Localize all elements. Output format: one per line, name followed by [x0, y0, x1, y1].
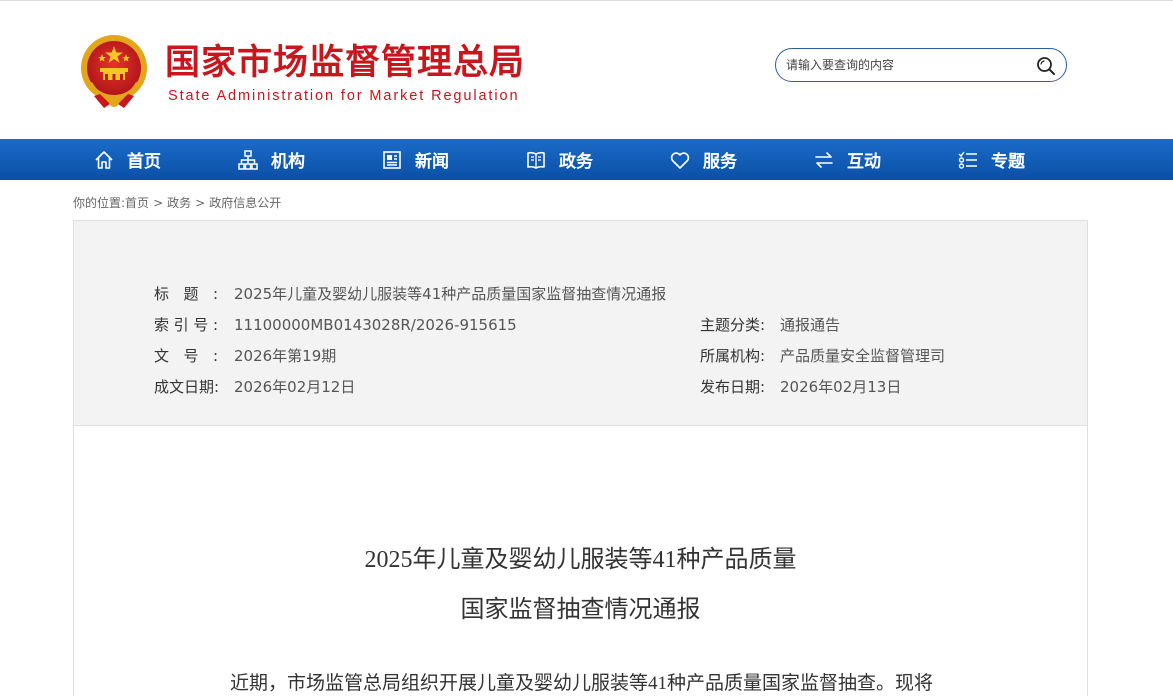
nav-label-home: 首页 [127, 152, 161, 172]
breadcrumb-separator: > [153, 196, 164, 210]
info-row-published-date: 发布日期: 2026年02月13日 [700, 377, 901, 397]
info-value-created-date: 2026年02月12日 [234, 378, 356, 396]
article-title-line-2: 国家监督抽查情况通报 [460, 597, 701, 623]
info-label-category: 主题分类: [700, 316, 766, 334]
book-icon [527, 151, 545, 169]
nav-label-government-affairs: 政务 [559, 152, 593, 172]
breadcrumb-home[interactable]: 首页 [125, 196, 149, 210]
site-header: 国家市场监督管理总局 State Administration for Mark… [0, 0, 1173, 139]
info-label-organization: 所属机构: [700, 347, 766, 365]
info-value-organization: 产品质量安全监督管理司 [780, 347, 946, 365]
search-box [775, 48, 1067, 82]
main-nav: 首页 机构 新闻 政务 服务 互动 专题 [0, 139, 1173, 180]
swap-arrows-icon [815, 151, 833, 168]
breadcrumb: 你的位置:首页 > 政务 > 政府信息公开 [73, 194, 281, 211]
info-row-category: 主题分类: 通报通告 [700, 315, 840, 335]
info-value-doc-number: 2026年第19期 [234, 347, 337, 365]
info-row-created-date: 成文日期: 2026年02月12日 [154, 377, 355, 397]
national-emblem-logo[interactable] [78, 32, 150, 110]
nav-label-topics: 专题 [991, 152, 1025, 172]
info-row-title: 标题: 2025年儿童及婴幼儿服装等41种产品质量国家监督抽查情况通报 [154, 284, 666, 304]
org-chart-icon [238, 149, 258, 170]
breadcrumb-separator: > [195, 196, 206, 210]
nav-item-news[interactable]: 新闻 [381, 139, 449, 180]
info-label-created-date: 成文日期: [154, 378, 220, 396]
article-title-line-1: 2025年儿童及婴幼儿服装等41种产品质量 [364, 547, 797, 573]
info-value-category: 通报通告 [780, 316, 841, 334]
breadcrumb-government-affairs[interactable]: 政务 [167, 196, 191, 210]
nav-item-organization[interactable]: 机构 [237, 139, 305, 180]
article-content: 2025年儿童及婴幼儿服装等41种产品质量 国家监督抽查情况通报 近期，市场监管… [73, 425, 1088, 696]
article-body-paragraph: 近期，市场监管总局组织开展儿童及婴幼儿服装等41种产品质量国家监督抽查。现将 [230, 673, 934, 694]
search-input[interactable] [786, 55, 1026, 75]
nav-item-services[interactable]: 服务 [669, 139, 737, 180]
nav-item-topics[interactable]: 专题 [957, 139, 1025, 180]
nav-label-organization: 机构 [271, 152, 305, 172]
site-title-english: State Administration for Market Regulati… [168, 88, 520, 104]
info-label-published-date: 发布日期: [700, 378, 766, 396]
nav-label-interaction: 互动 [847, 152, 881, 172]
info-value-title: 2025年儿童及婴幼儿服装等41种产品质量国家监督抽查情况通报 [234, 285, 667, 303]
info-label-doc-number: 文号: [154, 347, 218, 365]
search-icon[interactable] [1036, 56, 1056, 76]
home-icon [95, 150, 113, 169]
site-title[interactable]: 国家市场监督管理总局 [165, 41, 525, 85]
breadcrumb-public-info[interactable]: 政府信息公开 [209, 196, 281, 210]
info-value-published-date: 2026年02月13日 [780, 378, 902, 396]
info-row-organization: 所属机构: 产品质量安全监督管理司 [700, 346, 945, 366]
info-label-title: 标题: [154, 285, 218, 303]
info-row-index: 索引号: 11100000MB0143028R/2026-915615 [154, 315, 517, 335]
info-row-doc-number: 文号: 2026年第19期 [154, 346, 336, 366]
nav-label-news: 新闻 [415, 152, 449, 172]
news-icon [383, 150, 401, 169]
info-value-index: 11100000MB0143028R/2026-915615 [234, 316, 517, 334]
nav-item-government-affairs[interactable]: 政务 [525, 139, 593, 180]
nav-label-services: 服务 [703, 152, 737, 172]
breadcrumb-prefix: 你的位置: [73, 196, 126, 210]
document-info-panel: 标题: 2025年儿童及婴幼儿服装等41种产品质量国家监督抽查情况通报 索引号: 1… [73, 220, 1088, 426]
heart-icon [670, 151, 690, 169]
nav-item-interaction[interactable]: 互动 [813, 139, 881, 180]
info-label-index: 索引号: [154, 316, 218, 334]
topics-list-icon [958, 151, 977, 169]
nav-item-home[interactable]: 首页 [93, 139, 161, 180]
